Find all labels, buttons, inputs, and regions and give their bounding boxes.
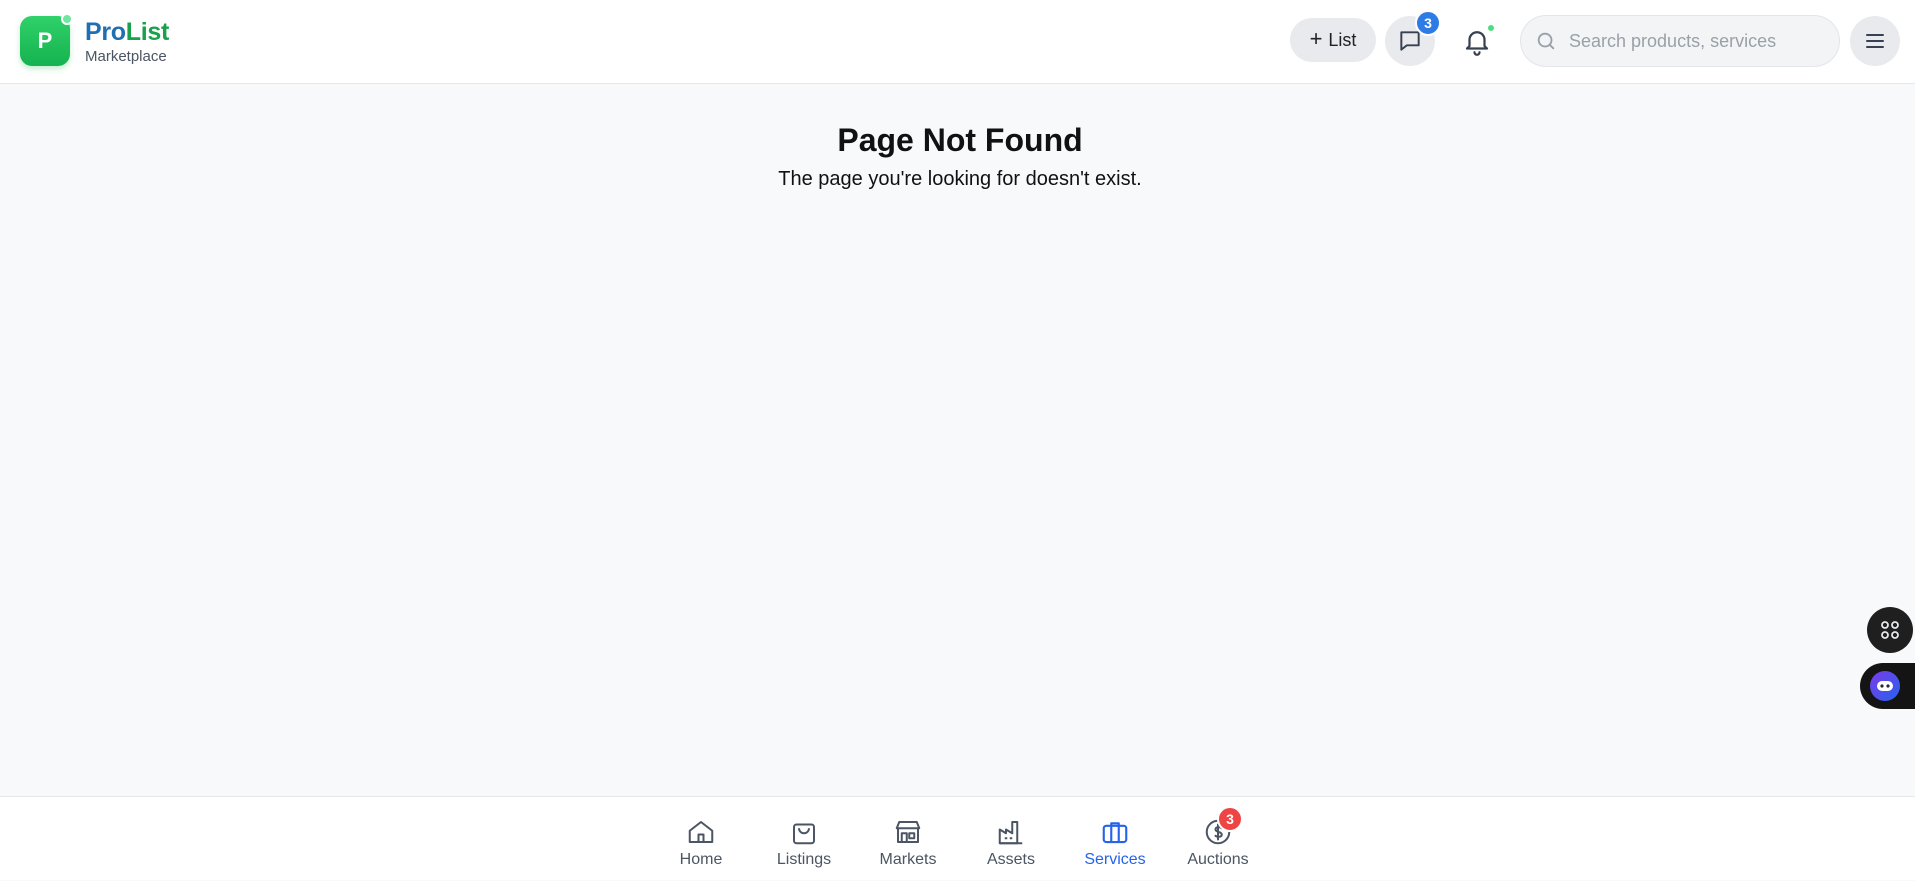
messages-badge: 3 [1415,10,1441,36]
nav-auctions-label: Auctions [1187,851,1249,868]
store-icon [895,821,921,843]
hamburger-icon [1866,34,1884,48]
nav-auctions[interactable]: Auctions [1168,797,1268,881]
logo-letter: P [37,28,53,53]
assistant-button[interactable] [1860,663,1915,709]
auctions-badge: 3 [1217,806,1243,832]
nav-home[interactable]: Home [651,797,751,881]
nav-home-label: Home [679,851,723,868]
list-button[interactable]: + List [1290,18,1376,62]
briefcase-icon [1102,822,1128,844]
nav-markets-label: Markets [879,851,937,868]
online-dot [61,13,73,25]
factory-icon [998,821,1023,845]
brand-name-part1: Pro [85,18,126,46]
brand-name-part2: List [125,18,170,46]
menu-button[interactable] [1850,16,1900,66]
nav-assets[interactable]: Assets [961,797,1061,881]
nav-services-label: Services [1084,851,1146,868]
home-icon [688,821,714,843]
nav-assets-label: Assets [986,851,1035,868]
plus-icon: + [1309,26,1323,51]
bottom-navigation: Home Listings Markets Assets Services Au… [0,796,1915,880]
search-bar[interactable] [1520,15,1840,67]
search-input[interactable] [1569,16,1829,66]
brand-subtitle: Marketplace [85,48,167,65]
apps-button[interactable] [1867,607,1913,653]
shopping-bag-icon [793,823,815,845]
nav-listings-label: Listings [776,851,832,868]
top-header: P ProList Marketplace + List 3 [0,0,1915,84]
nav-listings[interactable]: Listings [754,797,854,881]
page-title: Page Not Found [837,122,1083,158]
assistant-icon [1870,671,1900,701]
list-button-label: List [1328,29,1357,50]
page-message: The page you're looking for doesn't exis… [778,168,1142,190]
search-icon [1537,32,1555,50]
nav-services[interactable]: Services [1065,797,1165,881]
brand-name[interactable]: ProList [85,18,169,47]
notification-dot [1486,23,1496,33]
nav-markets[interactable]: Markets [858,797,958,881]
grid-icon [1881,621,1899,639]
